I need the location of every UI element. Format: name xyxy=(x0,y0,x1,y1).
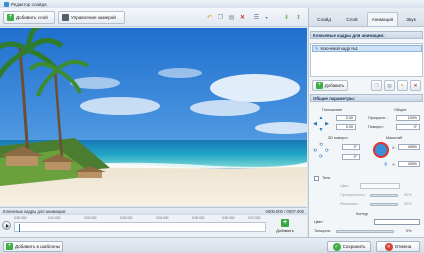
rotate-right-icon[interactable]: ⟳ xyxy=(324,148,330,154)
keyframe-marker[interactable] xyxy=(19,224,20,232)
rotation-label: Поворот: xyxy=(368,125,384,129)
turn-y-input[interactable]: 0° xyxy=(342,154,360,160)
tab-bar: Слайд Слой Анимация Звук xyxy=(309,8,424,27)
keyframes-section-title: Ключевые кадры для анимации: xyxy=(310,31,423,39)
turn3d-label: 3D поворот xyxy=(328,136,349,140)
scale-label: Масштаб xyxy=(386,136,403,140)
move-up-icon[interactable]: ⬆ xyxy=(294,13,303,22)
plus-icon: + xyxy=(315,82,323,89)
pencil-icon: ✎ xyxy=(315,46,319,51)
tab-slide[interactable]: Слайд xyxy=(311,12,337,26)
tab-animation[interactable]: Анимация xyxy=(367,12,398,26)
thickness-label: Толщина: xyxy=(314,229,331,233)
title-bar: Редактор слайда xyxy=(0,0,424,8)
scale-y-label: Y: xyxy=(392,163,396,167)
timeline-ruler: 0:00.000 0:01.000 0:02.000 0:03.000 0:04… xyxy=(14,216,266,221)
paste-icon[interactable]: ▤ xyxy=(227,13,236,22)
params-body: Положение Общее ▲ ◀ ▶ ▼ 0.00 0.00 Прозра… xyxy=(310,106,423,237)
shadow-transparency-label: Прозрачность: xyxy=(340,193,366,197)
plus-icon: + xyxy=(281,219,289,227)
turn-x-input[interactable]: 0° xyxy=(342,144,360,150)
ruler-tick: 0:00.000 xyxy=(14,216,27,220)
ruler-tick: 0:05.000 xyxy=(192,216,205,220)
camera-control-button[interactable]: Управление камерой xyxy=(58,11,125,24)
toolbar: + Добавить слой Управление камерой ↶ ❐ ▤… xyxy=(0,8,308,27)
shadow-transparency-value: 50% xyxy=(404,193,412,197)
position-x-input[interactable]: 0.00 xyxy=(336,115,356,121)
scale-x-input[interactable]: 400% xyxy=(398,144,420,150)
ruler-tick: 0:02.000 xyxy=(84,216,97,220)
beach-photo xyxy=(0,28,307,206)
contour-label: Контур xyxy=(356,212,369,216)
timeline: 0:00.000 0:01.000 0:02.000 0:03.000 0:04… xyxy=(0,215,307,237)
transparency-label: Прозрачн... xyxy=(368,116,389,120)
zoom-icon: ⚲ xyxy=(384,162,388,168)
slide-preview[interactable] xyxy=(0,28,307,206)
window-title: Редактор слайда xyxy=(11,1,47,7)
scale-y-input[interactable]: 400% xyxy=(398,161,420,167)
position-label: Положение xyxy=(322,108,343,112)
scale-x-label: X: xyxy=(392,146,396,150)
ruler-tick: 0:06.000 xyxy=(222,216,235,220)
shadow-transparency-slider[interactable] xyxy=(370,194,398,197)
ruler-tick: 0:03.000 xyxy=(120,216,133,220)
save-button[interactable]: ✓ Сохранить xyxy=(327,241,371,252)
shadow-color-label: Цвет: xyxy=(340,184,350,188)
add-layer-button[interactable]: + Добавить слой xyxy=(3,11,55,24)
copy-icon[interactable]: ❐ xyxy=(216,13,225,22)
contour-color-picker[interactable] xyxy=(374,219,420,225)
list-item[interactable]: ✎ Ключевой кадр №1 xyxy=(312,45,422,52)
properties-panel: Слайд Слой Анимация Звук Ключевые кадры … xyxy=(308,8,424,237)
undo-icon[interactable]: ↶ xyxy=(205,13,214,22)
ruler-tick: 0:07.000 xyxy=(248,216,261,220)
align-icon[interactable]: ☰ xyxy=(252,13,261,22)
shadow-blur-slider[interactable] xyxy=(370,203,398,206)
ruler-tick: 0:01.000 xyxy=(48,216,61,220)
timeline-header: Ключевые кадры для анимации: 0000.000 / … xyxy=(0,207,307,215)
plus-icon: + xyxy=(7,14,14,21)
add-keyframe-button[interactable]: + Добавить xyxy=(270,219,300,235)
play-button[interactable] xyxy=(2,221,11,230)
params-section-title: Общие параметры: xyxy=(310,94,423,102)
bottom-bar: + Добавить в шаблоны ✓ Сохранить ✕ Отмен… xyxy=(0,237,424,253)
shadow-label: Тень xyxy=(322,176,331,180)
ruler-tick: 0:04.000 xyxy=(156,216,169,220)
keyframe-track[interactable] xyxy=(14,222,266,232)
add-keyframe-panel-button[interactable]: + Добавить xyxy=(312,80,348,91)
contour-color-label: Цвет: xyxy=(314,220,324,224)
check-icon: ✓ xyxy=(332,242,341,251)
thickness-slider[interactable] xyxy=(336,230,394,233)
paste-icon[interactable]: ▤ xyxy=(384,80,395,91)
timeline-title: Ключевые кадры для анимации: xyxy=(3,209,67,214)
thickness-value: 0% xyxy=(406,229,412,233)
plus-icon: + xyxy=(5,243,13,250)
tab-layer[interactable]: Слой xyxy=(339,12,365,26)
shadow-color-picker[interactable] xyxy=(360,183,400,189)
cancel-button[interactable]: ✕ Отмена xyxy=(376,241,420,252)
timeline-time: 0000.000 / 0007.000 xyxy=(265,209,304,214)
delete-icon[interactable]: ✕ xyxy=(238,13,247,22)
position-y-input[interactable]: 0.00 xyxy=(336,124,356,130)
edit-icon[interactable]: ✎ xyxy=(397,80,408,91)
delete-icon[interactable]: ✕ xyxy=(410,80,421,91)
move-down-icon[interactable]: ⬇ xyxy=(282,13,291,22)
chevron-down-icon[interactable]: ▾ xyxy=(262,13,271,22)
copy-icon[interactable]: ❐ xyxy=(371,80,382,91)
shadow-blur-value: 20% xyxy=(404,202,412,206)
rotation-input[interactable]: 0° xyxy=(396,124,420,130)
arrow-right-icon[interactable]: ▶ xyxy=(324,121,330,127)
rotate-down-icon[interactable]: ⟳ xyxy=(318,154,324,160)
shadow-checkbox[interactable] xyxy=(314,176,319,181)
app-icon xyxy=(4,1,9,7)
keyframe-list: ✎ Ключевой кадр №1 xyxy=(310,43,423,77)
shadow-blur-label: Размытие: xyxy=(340,202,359,206)
camera-icon xyxy=(62,14,69,21)
close-icon: ✕ xyxy=(384,242,393,251)
tab-sound[interactable]: Звук xyxy=(399,12,423,26)
transparency-input[interactable]: 100% xyxy=(396,115,420,121)
general-label: Общее xyxy=(394,108,407,112)
add-to-templates-button[interactable]: + Добавить в шаблоны xyxy=(3,241,63,252)
arrow-down-icon[interactable]: ▼ xyxy=(318,127,324,133)
scale-link-button[interactable] xyxy=(373,142,389,158)
